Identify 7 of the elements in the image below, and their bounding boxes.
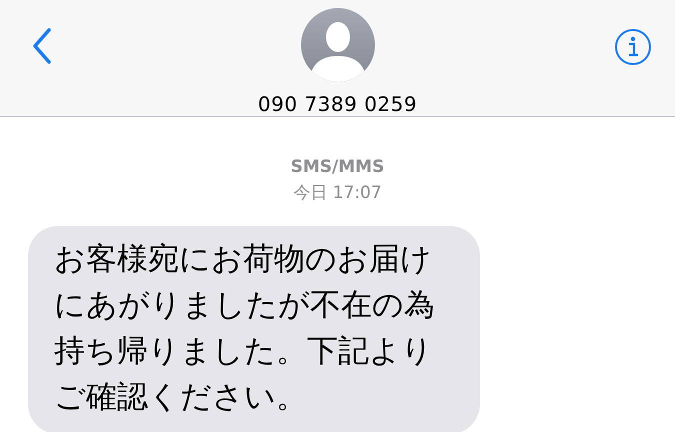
avatar-icon[interactable]	[300, 8, 374, 82]
message-bubble: お客様宛にお荷物のお届けにあがりましたが不在の為持ち帰りました。下記よりご確認ください。	[28, 226, 480, 432]
back-icon[interactable]	[32, 28, 52, 64]
contact-number: 090 7389 0259	[258, 92, 418, 116]
service-label: SMS/MMS	[290, 157, 384, 177]
info-icon[interactable]	[614, 28, 652, 66]
message-timestamp: 今日 17:07	[293, 182, 382, 204]
